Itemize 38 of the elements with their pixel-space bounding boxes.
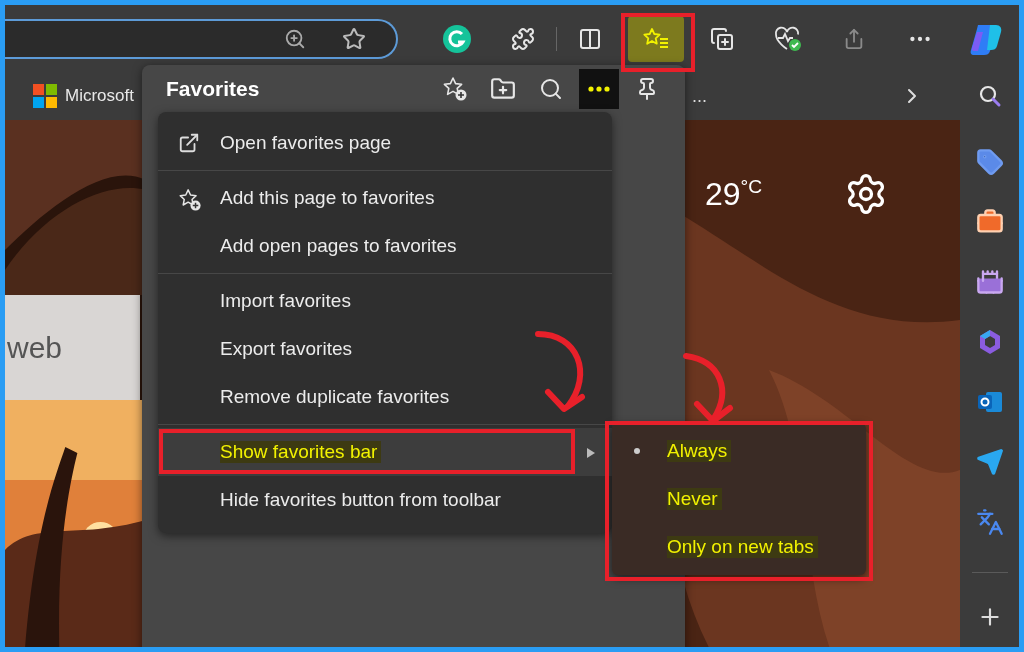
menu-item[interactable]: Add this page to favorites	[158, 174, 612, 222]
address-bar[interactable]	[5, 18, 398, 59]
submenu-item[interactable]: Never	[612, 475, 866, 523]
puzzle-icon[interactable]	[511, 26, 535, 51]
external-link-icon	[178, 132, 200, 154]
menu-item[interactable]: Open favorites page	[158, 119, 612, 167]
toolbox-icon[interactable]	[975, 208, 1004, 236]
star-icon[interactable]	[342, 26, 366, 51]
bookmark-item[interactable]: Microsoft	[33, 84, 134, 108]
search-icon[interactable]	[539, 76, 563, 101]
collections-icon[interactable]	[710, 26, 734, 51]
menu-item[interactable]: Import favorites	[158, 277, 612, 325]
submenu-arrow-icon	[586, 447, 596, 459]
panel-title: Favorites	[166, 76, 261, 101]
menu-item[interactable]: Hide favorites button from toolbar	[158, 476, 612, 524]
tag-icon[interactable]	[975, 148, 1004, 176]
favorites-button[interactable]	[628, 15, 684, 62]
share-icon[interactable]	[843, 27, 865, 50]
star-plus-icon	[178, 187, 202, 213]
temperature: 29$^{°C}$	[705, 175, 763, 213]
zoom-in-icon[interactable]	[284, 27, 306, 50]
folder-plus-icon[interactable]	[490, 75, 516, 102]
bookmarks-overflow[interactable]: ...	[686, 85, 900, 107]
heart-check-icon[interactable]	[773, 24, 803, 53]
add-favorite-icon	[442, 75, 468, 102]
menu-item[interactable]: Add open pages to favorites	[158, 222, 612, 270]
more-button[interactable]	[579, 68, 619, 109]
submenu-item[interactable]: Only on new tabs	[612, 523, 866, 571]
more-icon	[588, 85, 610, 92]
split-screen-icon[interactable]	[578, 26, 602, 51]
microsoft-logo-icon	[33, 84, 57, 108]
translate-icon[interactable]	[975, 508, 1004, 536]
bookmark-label: Microsoft	[65, 86, 134, 106]
card-text: web	[7, 330, 63, 365]
menu-item[interactable]: Remove duplicate favorites	[158, 373, 612, 421]
submenu-item[interactable]: Always	[612, 427, 866, 475]
menu-item[interactable]: Export favorites	[158, 325, 612, 373]
paper-plane-icon[interactable]	[975, 448, 1004, 476]
